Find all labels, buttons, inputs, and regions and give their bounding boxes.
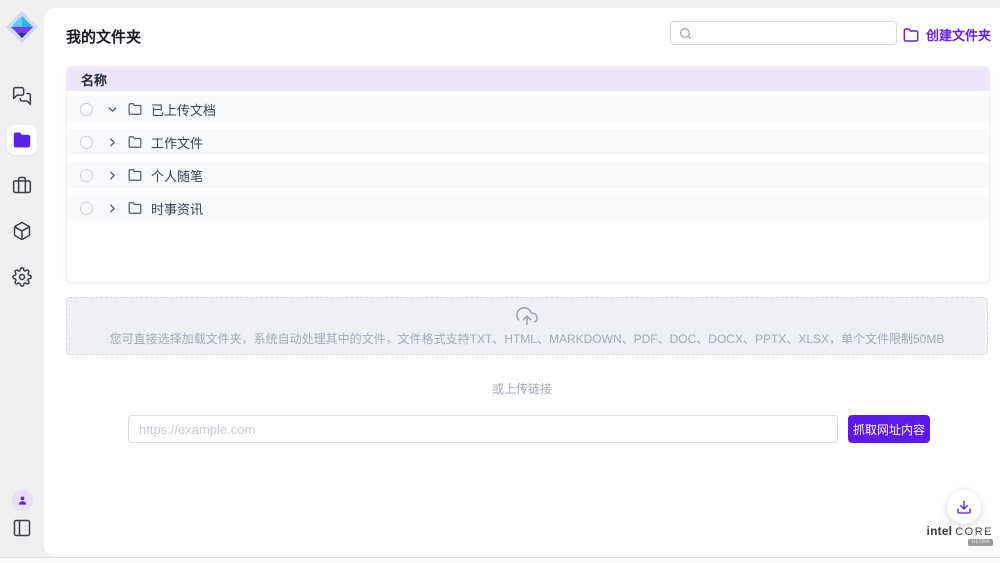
chat-icon[interactable] xyxy=(12,86,32,106)
settings-gear-icon[interactable] xyxy=(12,267,32,287)
folder-table: 名称 已上传文档 工作文件 xyxy=(66,66,990,283)
chevron-right-icon[interactable] xyxy=(106,202,119,215)
create-folder-button[interactable]: 创建文件夹 xyxy=(903,25,991,44)
upload-dropzone[interactable]: 您可直接选择加载文件夹，系统自动处理其中的文件，文件格式支持TXT、HTML、M… xyxy=(66,297,988,355)
create-folder-label: 创建文件夹 xyxy=(926,25,991,44)
upload-hint-text: 您可直接选择加载文件夹，系统自动处理其中的文件，文件格式支持TXT、HTML、M… xyxy=(110,330,945,347)
window-bottom-edge xyxy=(0,557,1000,563)
upload-cloud-icon xyxy=(516,305,538,327)
app-window: { "colors": { "accent": "#5d18eb", "acce… xyxy=(0,0,1000,563)
page-title: 我的文件夹 xyxy=(66,26,141,47)
search-input[interactable] xyxy=(698,26,888,40)
name-column-header: 名称 xyxy=(81,70,107,89)
sidebar-item-folders-active[interactable] xyxy=(7,125,37,155)
or-upload-link-label: 或上传链接 xyxy=(44,380,1000,397)
folder-icon xyxy=(903,27,919,43)
row-checkbox[interactable] xyxy=(80,103,93,116)
row-checkbox[interactable] xyxy=(80,169,93,182)
folder-row[interactable]: 时事资讯 xyxy=(67,195,989,221)
row-label: 工作文件 xyxy=(151,133,203,152)
row-label: 个人随笔 xyxy=(151,166,203,185)
table-header-row: 名称 xyxy=(67,67,989,91)
folder-row[interactable]: 已上传文档 xyxy=(67,96,989,122)
briefcase-icon[interactable] xyxy=(12,175,32,195)
row-label: 时事资讯 xyxy=(151,199,203,218)
folder-rows: 已上传文档 工作文件 个人随笔 xyxy=(67,91,989,221)
chevron-right-icon[interactable] xyxy=(106,136,119,149)
core-label: core xyxy=(955,526,993,538)
search-box[interactable] xyxy=(670,21,897,45)
folder-icon xyxy=(128,102,142,116)
folder-icon xyxy=(128,135,142,149)
app-logo-icon[interactable] xyxy=(5,10,39,44)
sidebar xyxy=(0,0,44,557)
download-icon xyxy=(956,499,972,515)
folder-row[interactable]: 工作文件 xyxy=(67,129,989,155)
main-panel: 我的文件夹 创建文件夹 名称 已上传文档 xyxy=(44,8,1000,557)
folder-icon xyxy=(13,131,31,149)
folder-icon xyxy=(128,168,142,182)
intel-core-ultra-badge: intel core ultra xyxy=(931,524,993,546)
chevron-right-icon[interactable] xyxy=(106,169,119,182)
chevron-down-icon[interactable] xyxy=(106,103,119,116)
download-fab-button[interactable] xyxy=(947,490,981,524)
panel-layout-icon[interactable] xyxy=(12,518,32,538)
folder-icon xyxy=(128,201,142,215)
user-avatar[interactable] xyxy=(12,490,33,511)
folder-row[interactable]: 个人随笔 xyxy=(67,162,989,188)
row-label: 已上传文档 xyxy=(151,100,216,119)
intel-label: intel xyxy=(927,524,953,538)
search-icon xyxy=(679,27,692,40)
row-checkbox[interactable] xyxy=(80,202,93,215)
cube-icon[interactable] xyxy=(12,221,32,241)
ultra-label: ultra xyxy=(968,539,993,546)
row-checkbox[interactable] xyxy=(80,136,93,149)
url-input[interactable] xyxy=(128,415,838,443)
fetch-url-button[interactable]: 抓取网址内容 xyxy=(848,415,930,443)
